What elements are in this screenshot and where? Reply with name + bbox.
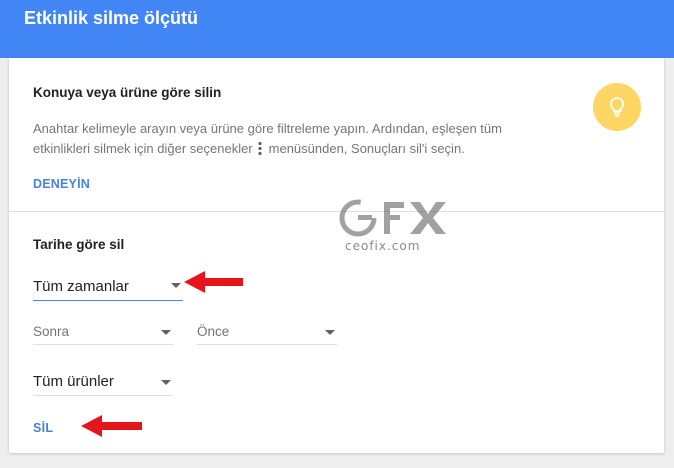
red-arrow-annotation	[81, 415, 142, 437]
time-range-value: Tüm zamanlar	[33, 278, 129, 295]
topic-section-title: Konuya veya ürüne göre silin	[33, 85, 222, 100]
lightbulb-icon	[593, 83, 641, 131]
watermark-site-text: ceofix.com	[345, 239, 421, 253]
before-date-placeholder: Önce	[197, 324, 230, 339]
criteria-card: Konuya veya ürüne göre silin Anahtar kel…	[9, 58, 664, 453]
time-range-select[interactable]: Tüm zamanlar	[33, 266, 183, 301]
description-part-2: menüsünden, Sonuçları sil'i seçin.	[268, 141, 465, 156]
dialog-header: Etkinlik silme ölçütü	[0, 0, 674, 58]
topic-section: Konuya veya ürüne göre silin Anahtar kel…	[9, 58, 664, 212]
chevron-down-icon	[325, 330, 335, 335]
chevron-down-icon	[161, 380, 171, 385]
after-date-select[interactable]: Sonra	[33, 316, 173, 345]
dialog-title: Etkinlik silme ölçütü	[24, 8, 199, 28]
gfx-watermark-logo	[339, 199, 446, 237]
more-options-icon	[257, 141, 262, 155]
red-arrow-annotation	[184, 271, 243, 293]
before-date-select[interactable]: Önce	[197, 316, 337, 345]
products-value: Tüm ürünler	[33, 373, 114, 390]
date-section-title: Tarihe göre sil	[33, 237, 125, 252]
delete-button[interactable]: SİL	[33, 421, 53, 435]
products-select[interactable]: Tüm ürünler	[33, 365, 173, 396]
chevron-down-icon	[161, 330, 171, 335]
try-button[interactable]: DENEYİN	[33, 177, 90, 191]
chevron-down-icon	[171, 283, 181, 288]
topic-section-description: Anahtar kelimeyle arayın veya ürüne göre…	[33, 119, 553, 159]
after-date-placeholder: Sonra	[33, 324, 70, 339]
